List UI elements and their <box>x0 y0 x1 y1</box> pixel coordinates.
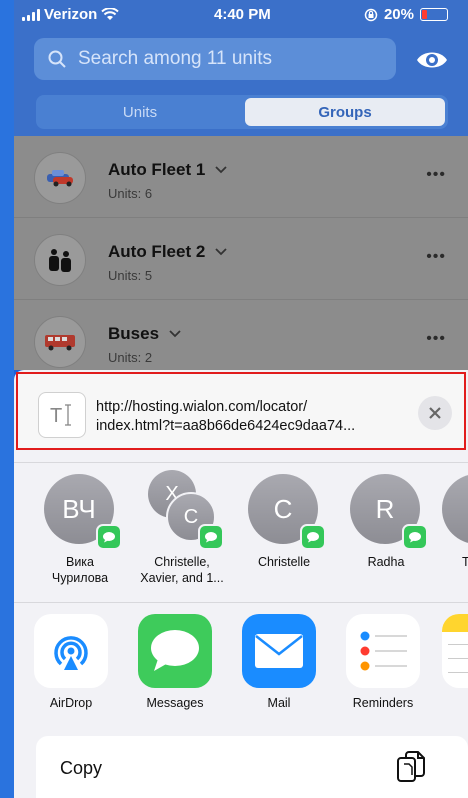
svg-text:T: T <box>50 405 62 427</box>
battery-icon <box>420 8 448 21</box>
divider <box>14 602 468 603</box>
avatar: C <box>246 474 326 550</box>
contact-partial[interactable]: T T <box>438 474 468 570</box>
app-messages[interactable]: Messages <box>130 614 220 710</box>
contact-label: Вика Чурилова <box>51 555 109 585</box>
chevron-down-icon[interactable] <box>215 166 227 174</box>
more-options-icon[interactable]: ••• <box>426 248 446 266</box>
signal-icon <box>22 8 40 21</box>
shared-link-preview: T http://hosting.wialon.com/locator/ ind… <box>16 372 466 450</box>
notes-icon <box>442 614 468 688</box>
group-row-auto-fleet-2[interactable]: Auto Fleet 2 Units: 5 ••• <box>14 218 468 300</box>
people-icon <box>34 234 86 286</box>
app-mail[interactable]: Mail <box>234 614 324 710</box>
cars-icon <box>34 152 86 204</box>
app-label: AirDrop <box>49 696 93 710</box>
chevron-down-icon[interactable] <box>169 330 181 338</box>
messages-badge-icon <box>198 524 224 550</box>
mail-icon <box>242 614 316 688</box>
left-edge-strip <box>0 0 14 798</box>
group-name: Auto Fleet 1 <box>108 160 227 180</box>
app-label: Mail <box>267 696 291 710</box>
search-input[interactable]: Search among 11 units <box>34 38 396 80</box>
group-row-auto-fleet-1[interactable]: Auto Fleet 1 Units: 6 ••• <box>14 136 468 218</box>
group-units-count: Units: 5 <box>108 268 153 283</box>
bus-icon <box>34 316 86 368</box>
carrier-name: Verizon <box>44 6 98 23</box>
avatar: ВЧ <box>42 474 122 550</box>
share-contacts-row: ВЧ Вика Чурилова X C Christelle, Xavier, <box>14 470 468 604</box>
messages-badge-icon <box>402 524 428 550</box>
more-options-icon[interactable]: ••• <box>426 330 446 348</box>
copy-action[interactable]: Copy <box>36 736 468 798</box>
app-reminders[interactable]: Reminders <box>338 614 428 710</box>
contact-vika[interactable]: ВЧ Вика Чурилова <box>30 474 130 586</box>
app-label: Reminders <box>352 696 414 710</box>
messages-badge-icon <box>300 524 326 550</box>
app-label: Messages <box>146 696 204 710</box>
avatar: R <box>348 474 428 550</box>
group-name: Buses <box>108 324 181 344</box>
share-sheet: T http://hosting.wialon.com/locator/ ind… <box>14 370 468 798</box>
visibility-toggle-button[interactable] <box>414 46 450 74</box>
group-units-count: Units: 6 <box>108 186 153 201</box>
contact-group-christelle-xavier[interactable]: X C Christelle, Xavier, and 1... <box>132 470 232 586</box>
group-name: Auto Fleet 2 <box>108 242 227 262</box>
carrier-group: Verizon <box>22 6 120 23</box>
tab-units[interactable]: Units <box>39 98 241 126</box>
messages-badge-icon <box>96 524 122 550</box>
avatar: X C <box>144 470 224 550</box>
tab-groups[interactable]: Groups <box>245 98 445 126</box>
battery-percent: 20% <box>383 6 414 23</box>
contact-label: Christelle, Xavier, and 1... <box>140 555 224 585</box>
text-document-icon: T <box>38 392 86 438</box>
more-options-icon[interactable]: ••• <box>426 166 446 184</box>
contact-label: Christelle <box>257 555 311 569</box>
clock: 4:40 PM <box>214 6 271 23</box>
units-groups-segmented-control: Units Groups <box>36 95 448 129</box>
group-row-buses[interactable]: Buses Units: 2 ••• <box>14 300 468 370</box>
chevron-down-icon[interactable] <box>215 248 227 256</box>
share-apps-row: AirDrop Messages Mail Reminders <box>14 614 468 724</box>
close-icon <box>429 407 441 419</box>
search-placeholder: Search among 11 units <box>78 48 272 69</box>
contact-radha[interactable]: R Radha <box>336 474 436 570</box>
close-button[interactable] <box>418 396 452 430</box>
contact-christelle[interactable]: C Christelle <box>234 474 334 570</box>
airdrop-icon <box>34 614 108 688</box>
contact-label: Radha <box>367 555 405 569</box>
divider <box>14 462 468 463</box>
reminders-icon <box>346 614 420 688</box>
battery-group: 20% <box>364 6 448 23</box>
groups-list: Auto Fleet 1 Units: 6 ••• Auto Fleet 2 U… <box>14 136 468 370</box>
wifi-icon <box>101 8 120 20</box>
copy-icon <box>397 751 425 782</box>
status-bar: Verizon 4:40 PM 20% <box>14 0 468 30</box>
orientation-lock-icon <box>364 8 378 21</box>
contact-label: T <box>462 555 468 569</box>
messages-icon <box>138 614 212 688</box>
group-units-count: Units: 2 <box>108 350 153 365</box>
copy-label: Copy <box>60 758 103 778</box>
app-header: Verizon 4:40 PM 20% Search among 11 unit… <box>14 0 468 136</box>
shared-link-url: http://hosting.wialon.com/locator/ index… <box>96 399 356 434</box>
app-notes[interactable] <box>442 614 468 688</box>
app-airdrop[interactable]: AirDrop <box>26 614 116 710</box>
eye-icon <box>417 52 447 68</box>
search-icon <box>48 50 66 68</box>
